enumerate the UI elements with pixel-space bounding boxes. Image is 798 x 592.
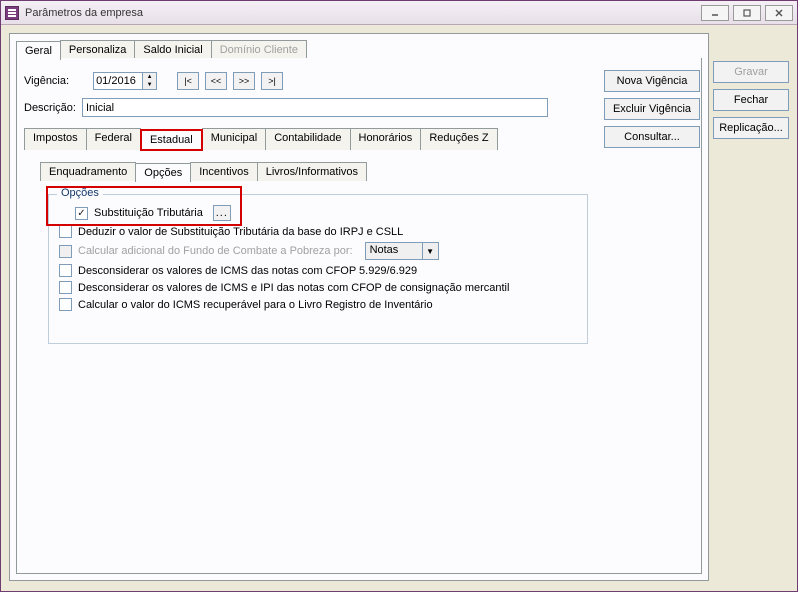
checkbox[interactable]: ✓: [75, 207, 88, 220]
tab-livros-informativos[interactable]: Livros/Informativos: [257, 162, 367, 181]
button-label: Replicação...: [719, 122, 783, 134]
opt-fundo-combate-pobreza: Calcular adicional do Fundo de Combate a…: [59, 242, 577, 260]
tab-contabilidade[interactable]: Contabilidade: [265, 128, 350, 150]
tab-dominio-cliente: Domínio Cliente: [211, 40, 307, 59]
descricao-input[interactable]: [82, 98, 548, 117]
tab-label: Impostos: [33, 132, 78, 144]
tab-label: Honorários: [359, 132, 413, 144]
window: Parâmetros da empresa Geral Personaliza …: [0, 0, 798, 592]
checkbox-label: Substituição Tributária: [94, 207, 203, 219]
tab-label: Saldo Inicial: [143, 44, 202, 56]
spin-down-icon[interactable]: ▼: [142, 81, 156, 89]
tab-geral[interactable]: Geral: [16, 41, 61, 60]
tab-enquadramento[interactable]: Enquadramento: [40, 162, 136, 181]
tab-label: Federal: [95, 132, 132, 144]
opt-desconsiderar-icms-ipi-consignacao: Desconsiderar os valores de ICMS e IPI d…: [59, 281, 577, 294]
tab-label: Geral: [25, 45, 52, 57]
tab-label: Opções: [144, 167, 182, 179]
tab-label: Reduções Z: [429, 132, 488, 144]
opt-deduzir-irpj-csll: Deduzir o valor de Substituição Tributár…: [59, 225, 577, 238]
main-panel: Geral Personaliza Saldo Inicial Domínio …: [9, 33, 709, 581]
tab-incentivos[interactable]: Incentivos: [190, 162, 258, 181]
tabs-inner: Enquadramento Opções Incentivos Livros/I…: [40, 162, 366, 181]
tab-saldo-inicial[interactable]: Saldo Inicial: [134, 40, 211, 59]
titlebar: Parâmetros da empresa: [1, 1, 797, 25]
button-label: Gravar: [734, 66, 768, 78]
vigencia-actions: Nova Vigência Excluir Vigência Consultar…: [604, 70, 700, 148]
opt-desconsiderar-icms-cfop: Desconsiderar os valores de ICMS das not…: [59, 264, 577, 277]
opt-icms-recuperavel-inventario: Calcular o valor do ICMS recuperável par…: [59, 298, 577, 311]
tab-reducoes-z[interactable]: Reduções Z: [420, 128, 497, 150]
maximize-button[interactable]: [733, 5, 761, 21]
tab-label: Incentivos: [199, 166, 249, 178]
chevron-down-icon: ▼: [422, 243, 438, 259]
button-label: Nova Vigência: [617, 75, 688, 87]
substituicao-details-button[interactable]: ...: [213, 205, 231, 221]
tab-honorarios[interactable]: Honorários: [350, 128, 422, 150]
tab-estadual[interactable]: Estadual: [140, 129, 203, 151]
opcoes-legend: Opções: [57, 187, 103, 199]
excluir-vigencia-button[interactable]: Excluir Vigência: [604, 98, 700, 120]
nova-vigencia-button[interactable]: Nova Vigência: [604, 70, 700, 92]
spin-up-icon[interactable]: ▲: [142, 73, 156, 81]
checkbox-label: Deduzir o valor de Substituição Tributár…: [78, 226, 403, 238]
tab-personaliza[interactable]: Personaliza: [60, 40, 135, 59]
button-label: Excluir Vigência: [613, 103, 691, 115]
tab-label: Contabilidade: [274, 132, 341, 144]
tab-label: Livros/Informativos: [266, 166, 358, 178]
checkbox[interactable]: [59, 264, 72, 277]
checkbox[interactable]: [59, 225, 72, 238]
tab-federal[interactable]: Federal: [86, 128, 141, 150]
tab-label: Personaliza: [69, 44, 126, 56]
select-value: Notas: [366, 243, 422, 259]
checkbox[interactable]: [59, 298, 72, 311]
nav-last-button[interactable]: >|: [261, 72, 283, 90]
checkbox-label: Calcular adicional do Fundo de Combate a…: [78, 245, 353, 257]
tab-municipal[interactable]: Municipal: [202, 128, 266, 150]
tab-label: Municipal: [211, 132, 257, 144]
replicacao-button[interactable]: Replicação...: [713, 117, 789, 139]
nav-next-button[interactable]: >>: [233, 72, 255, 90]
checkbox[interactable]: [59, 281, 72, 294]
checkbox-label: Desconsiderar os valores de ICMS e IPI d…: [78, 282, 509, 294]
checkbox-label: Calcular o valor do ICMS recuperável par…: [78, 299, 433, 311]
vigencia-input[interactable]: [94, 73, 142, 89]
checkbox: [59, 245, 72, 258]
tab-label: Estadual: [150, 134, 193, 146]
tab-label: Domínio Cliente: [220, 44, 298, 56]
tabs-top: Geral Personaliza Saldo Inicial Domínio …: [16, 40, 306, 59]
app-icon: [5, 6, 19, 20]
fechar-button[interactable]: Fechar: [713, 89, 789, 111]
opcoes-fieldset: Opções ✓ Substituição Tributária ... Ded…: [48, 194, 588, 344]
nav-prev-button[interactable]: <<: [205, 72, 227, 90]
button-label: Consultar...: [624, 131, 680, 143]
checkbox-label: Desconsiderar os valores de ICMS das not…: [78, 265, 417, 277]
vigencia-label: Vigência:: [24, 75, 69, 87]
fundo-pobreza-select: Notas ▼: [365, 242, 439, 260]
window-title: Parâmetros da empresa: [25, 7, 143, 19]
consultar-button[interactable]: Consultar...: [604, 126, 700, 148]
nav-first-button[interactable]: |<: [177, 72, 199, 90]
tabs-mid: Impostos Federal Estadual Municipal Cont…: [24, 128, 497, 150]
vigencia-spinner[interactable]: ▲ ▼: [93, 72, 157, 90]
close-button[interactable]: [765, 5, 793, 21]
window-buttons: [701, 5, 793, 21]
gravar-button: Gravar: [713, 61, 789, 83]
minimize-button[interactable]: [701, 5, 729, 21]
button-label: Fechar: [734, 94, 768, 106]
tab-impostos[interactable]: Impostos: [24, 128, 87, 150]
descricao-row: Descrição:: [24, 98, 548, 117]
vigencia-row: Vigência: ▲ ▼ |< << >> >|: [24, 72, 283, 90]
tab-label: Enquadramento: [49, 166, 127, 178]
client-area: Geral Personaliza Saldo Inicial Domínio …: [9, 33, 789, 583]
opt-substituicao-tributaria: ✓ Substituição Tributária ...: [75, 205, 577, 221]
sidebar-actions: Gravar Fechar Replicação...: [713, 61, 789, 139]
descricao-label: Descrição:: [24, 102, 76, 114]
tab-opcoes[interactable]: Opções: [135, 163, 191, 182]
